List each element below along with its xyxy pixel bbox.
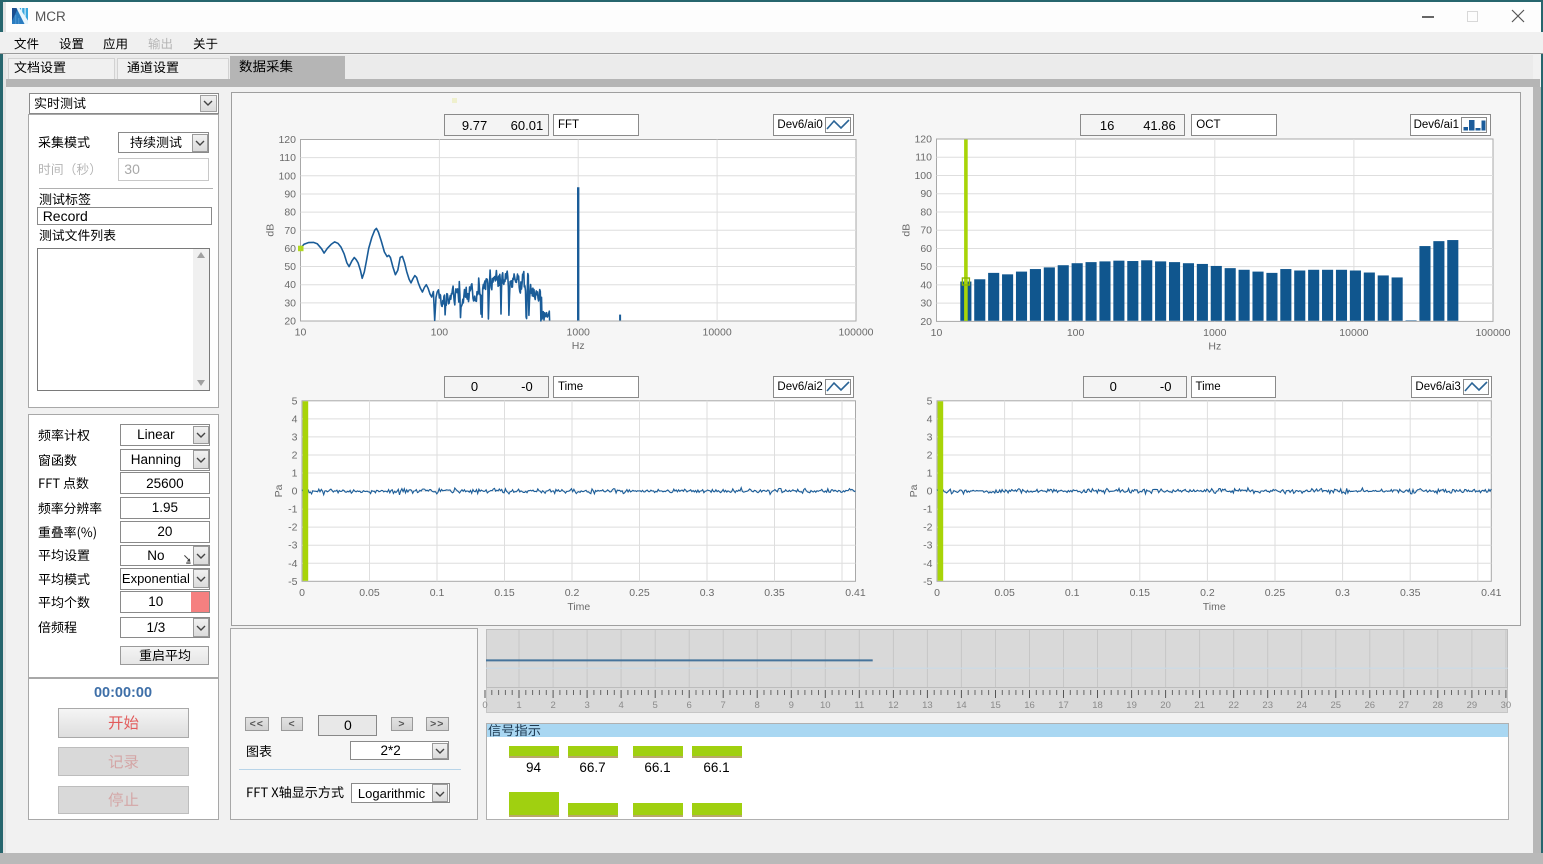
svg-text:-1: -1 <box>923 504 932 516</box>
svg-text:120: 120 <box>278 134 296 146</box>
svg-text:-2: -2 <box>923 522 932 534</box>
svg-text:2: 2 <box>292 449 298 461</box>
svg-text:50: 50 <box>284 261 296 273</box>
svg-text:110: 110 <box>279 152 296 164</box>
svg-text:10000: 10000 <box>702 327 731 339</box>
svg-text:50: 50 <box>920 261 932 273</box>
svg-text:1000: 1000 <box>567 327 591 339</box>
svg-text:2: 2 <box>927 449 933 461</box>
svg-text:0.35: 0.35 <box>1400 587 1421 599</box>
svg-text:1: 1 <box>927 468 933 480</box>
svg-text:0.15: 0.15 <box>1130 587 1151 599</box>
svg-text:110: 110 <box>915 152 932 164</box>
svg-text:10: 10 <box>295 327 307 339</box>
svg-text:3: 3 <box>292 431 298 443</box>
svg-text:-3: -3 <box>288 540 297 552</box>
svg-text:Time: Time <box>1203 601 1226 613</box>
svg-text:70: 70 <box>920 225 932 237</box>
svg-text:0.3: 0.3 <box>700 587 715 599</box>
svg-text:-1: -1 <box>288 504 297 516</box>
svg-text:3: 3 <box>927 431 933 443</box>
svg-text:0.41: 0.41 <box>845 587 866 599</box>
svg-text:60: 60 <box>284 243 296 255</box>
svg-text:4: 4 <box>927 413 933 425</box>
svg-text:30: 30 <box>920 298 932 310</box>
svg-text:-5: -5 <box>923 576 932 588</box>
svg-text:100: 100 <box>278 170 296 182</box>
svg-text:100000: 100000 <box>838 327 873 339</box>
svg-text:Hz: Hz <box>1208 340 1221 352</box>
svg-text:-2: -2 <box>288 522 297 534</box>
svg-text:10: 10 <box>931 327 943 339</box>
svg-text:0.05: 0.05 <box>359 587 380 599</box>
svg-text:0.2: 0.2 <box>1200 587 1215 599</box>
svg-text:0: 0 <box>292 486 298 498</box>
svg-text:70: 70 <box>284 225 296 237</box>
svg-text:0.05: 0.05 <box>994 587 1015 599</box>
svg-text:Time: Time <box>567 601 590 613</box>
svg-text:0.1: 0.1 <box>1065 587 1080 599</box>
svg-text:-5: -5 <box>288 576 297 588</box>
svg-text:-3: -3 <box>923 540 932 552</box>
svg-text:Pa: Pa <box>908 484 920 497</box>
svg-text:0: 0 <box>927 486 933 498</box>
svg-text:0.25: 0.25 <box>1265 587 1286 599</box>
svg-text:100: 100 <box>431 327 449 339</box>
svg-text:5: 5 <box>927 395 933 407</box>
svg-text:40: 40 <box>920 279 932 291</box>
svg-text:100000: 100000 <box>1475 327 1510 339</box>
svg-text:0: 0 <box>934 587 940 599</box>
svg-text:0.3: 0.3 <box>1335 587 1350 599</box>
svg-text:-4: -4 <box>288 558 297 570</box>
svg-text:10000: 10000 <box>1339 327 1368 339</box>
svg-text:30: 30 <box>284 297 296 309</box>
svg-text:0.25: 0.25 <box>629 587 650 599</box>
svg-text:Hz: Hz <box>572 340 585 352</box>
svg-text:0.15: 0.15 <box>494 587 515 599</box>
svg-text:90: 90 <box>284 188 296 200</box>
svg-text:0.2: 0.2 <box>565 587 580 599</box>
svg-text:100: 100 <box>1067 327 1085 339</box>
svg-text:0: 0 <box>299 587 305 599</box>
svg-text:-4: -4 <box>923 558 932 570</box>
svg-text:80: 80 <box>284 207 296 219</box>
svg-text:80: 80 <box>920 206 932 218</box>
svg-text:0.35: 0.35 <box>764 587 785 599</box>
svg-text:120: 120 <box>914 134 932 146</box>
svg-text:dB: dB <box>265 224 277 237</box>
svg-text:60: 60 <box>920 243 932 255</box>
svg-text:0.1: 0.1 <box>430 587 445 599</box>
svg-text:0.41: 0.41 <box>1481 587 1502 599</box>
svg-text:dB: dB <box>901 224 913 237</box>
svg-text:100: 100 <box>914 170 932 182</box>
svg-text:5: 5 <box>292 395 298 407</box>
svg-text:1000: 1000 <box>1203 327 1227 339</box>
svg-text:Pa: Pa <box>273 484 285 497</box>
svg-text:4: 4 <box>292 413 298 425</box>
svg-text:40: 40 <box>284 279 296 291</box>
svg-text:90: 90 <box>920 188 932 200</box>
svg-text:1: 1 <box>292 468 298 480</box>
